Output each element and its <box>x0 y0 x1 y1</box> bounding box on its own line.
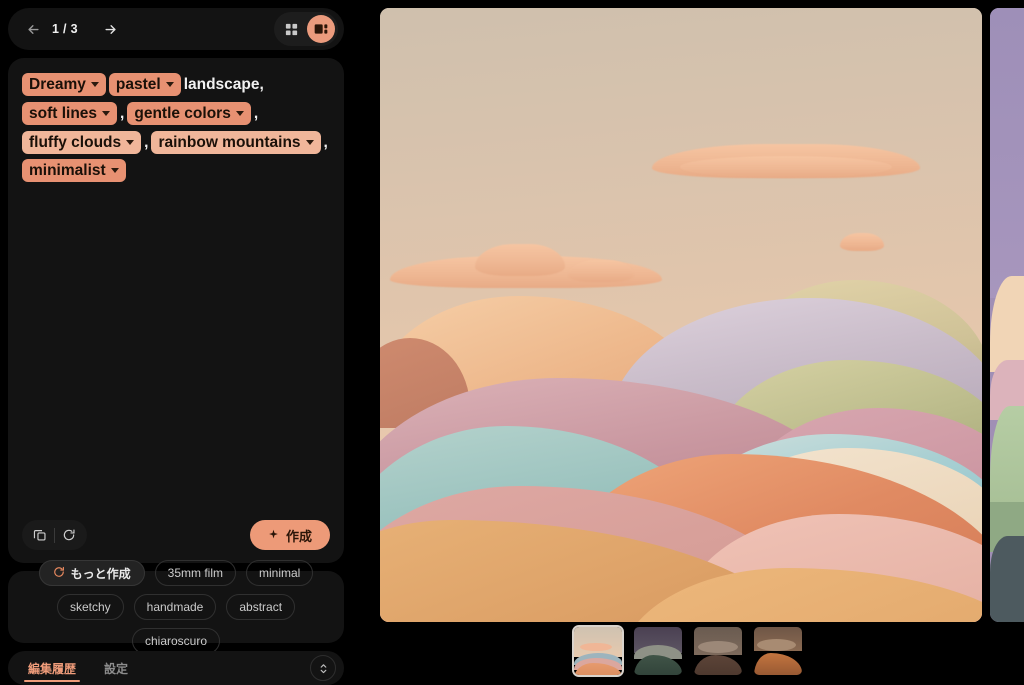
prompt-chip-label: minimalist <box>29 161 106 179</box>
thumb-cloud <box>698 641 738 653</box>
chevron-down-icon <box>102 111 111 116</box>
chevron-down-icon <box>126 140 135 145</box>
app-root: 1 / 3 Dreamy pastel landscape, soft lines, g… <box>0 0 1024 685</box>
chevron-down-icon <box>90 82 99 87</box>
preview-band-sky <box>990 8 1024 298</box>
bottom-tab-bar: 編集履歴 設定 <box>8 651 344 685</box>
prompt-action-row: 作成 <box>8 507 344 563</box>
style-suggestion-chip[interactable]: sketchy <box>56 594 124 620</box>
style-suggestion-chip[interactable]: 35mm film <box>154 560 236 586</box>
chevron-down-icon <box>305 140 314 145</box>
prompt-token-list: Dreamy pastel landscape, soft lines, gentle … <box>22 72 330 182</box>
image-viewer <box>352 0 1024 685</box>
thumb-ridge <box>694 655 742 675</box>
prompt-chip-label: gentle colors <box>134 104 231 122</box>
prompt-tools <box>22 520 87 550</box>
reset-icon[interactable] <box>55 521 83 549</box>
prompt-chip-label: pastel <box>115 75 161 93</box>
chevron-down-icon <box>110 168 119 173</box>
sparkle-icon <box>268 528 279 543</box>
cloud-shape <box>568 260 634 282</box>
detail-view-icon[interactable] <box>307 15 335 43</box>
prompt-separator: , <box>144 134 149 151</box>
grid-view-icon[interactable] <box>277 15 305 43</box>
thumb-cloud <box>580 643 612 651</box>
page-counter: 1 / 3 <box>52 22 78 36</box>
prompt-plain-text: landscape, <box>183 76 264 93</box>
cloud-shape <box>475 244 565 276</box>
next-image-preview[interactable] <box>990 8 1024 622</box>
arrow-left-icon[interactable] <box>20 16 46 42</box>
prompt-chip[interactable]: gentle colors <box>127 102 251 125</box>
thumbnail-item[interactable] <box>632 625 684 677</box>
suggestion-chips: もっと作成 35mm film minimal sketchy handmade abs… <box>8 560 344 654</box>
style-suggestion-chip[interactable]: handmade <box>133 594 217 620</box>
cloud-shape <box>840 233 884 251</box>
prompt-separator: , <box>120 105 125 122</box>
prompt-chip[interactable]: pastel <box>108 73 181 96</box>
prompt-chip[interactable]: fluffy clouds <box>22 131 142 154</box>
left-panel: 1 / 3 Dreamy pastel landscape, soft lines, g… <box>8 8 344 685</box>
prompt-chip-label: soft lines <box>29 104 98 122</box>
prompt-chip-label: Dreamy <box>29 75 86 93</box>
prompt-chip-label: rainbow mountains <box>158 133 301 151</box>
chevron-down-icon <box>165 82 174 87</box>
thumbnail-item[interactable] <box>752 625 804 677</box>
prompt-chip-label: fluffy clouds <box>29 133 122 151</box>
thumbnail-item[interactable] <box>692 625 744 677</box>
prompt-separator: , <box>253 105 259 122</box>
thumbnail-strip <box>352 625 1024 677</box>
chevron-up-down-icon[interactable] <box>310 655 336 681</box>
regenerate-button[interactable]: もっと作成 <box>38 560 145 586</box>
thumbnail-item[interactable] <box>572 625 624 677</box>
arrow-right-icon[interactable] <box>98 16 124 42</box>
chevron-down-icon <box>235 111 244 116</box>
view-mode-toggle <box>274 12 338 46</box>
refresh-icon <box>53 566 65 581</box>
cloud-shape <box>680 156 892 178</box>
prompt-chip[interactable]: Dreamy <box>22 73 106 96</box>
style-suggestion-chip[interactable]: minimal <box>246 560 314 586</box>
regenerate-label: もっと作成 <box>70 566 131 581</box>
preview-band-slate <box>990 536 1024 622</box>
style-suggestion-chip[interactable]: abstract <box>226 594 296 620</box>
tab-item[interactable]: 編集履歴 <box>14 651 90 685</box>
thumb-dune <box>754 653 802 675</box>
create-button[interactable]: 作成 <box>249 520 330 550</box>
main-image[interactable] <box>380 8 982 622</box>
prompt-separator: , <box>323 134 328 151</box>
copy-icon[interactable] <box>26 521 54 549</box>
create-button-label: 作成 <box>285 528 312 544</box>
prompt-chip[interactable]: soft lines <box>22 102 118 125</box>
tab-item[interactable]: 設定 <box>90 651 142 685</box>
prompt-chip[interactable]: rainbow mountains <box>151 131 321 154</box>
prompt-editor[interactable]: Dreamy pastel landscape, soft lines, gentle … <box>8 58 344 563</box>
navigation-bar: 1 / 3 <box>8 8 344 50</box>
prompt-chip[interactable]: minimalist <box>22 159 126 182</box>
thumb-cloud <box>757 639 796 651</box>
